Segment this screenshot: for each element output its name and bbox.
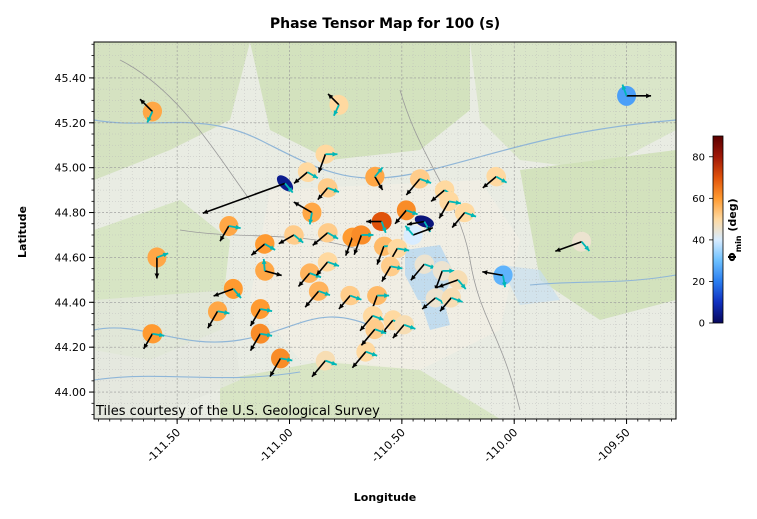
y-tick-label: 45.40 (55, 72, 87, 85)
x-tick-label: -109.50 (593, 426, 632, 465)
colorbar-tick-label: 0 (699, 319, 705, 330)
x-tick-label: -110.00 (481, 426, 520, 465)
colorbar-tick-label: 60 (692, 194, 705, 205)
y-tick-label: 44.80 (55, 207, 87, 220)
colorbar-bar (712, 135, 724, 324)
colorbar-label: Φmin (deg) (726, 198, 743, 261)
x-tick-label: -111.50 (144, 426, 183, 465)
colorbar: 0 20 40 60 80 Φmin (deg) (692, 135, 743, 330)
colorbar-tick-label: 20 (692, 277, 705, 288)
y-tick-label: 44.00 (55, 386, 87, 399)
y-tick-label: 45.00 (55, 162, 87, 175)
x-tick-label: -110.50 (369, 426, 408, 465)
y-tick-label: 44.40 (55, 296, 87, 309)
y-tick-label: 44.20 (55, 341, 87, 354)
chart-title: Phase Tensor Map for 100 (s) (270, 16, 500, 32)
y-axis-label: Latitude (16, 206, 29, 258)
colorbar-tick-label: 80 (692, 152, 705, 163)
colorbar-ticks: 0 20 40 60 80 (692, 152, 713, 330)
y-axis: 44.00 44.20 44.40 44.60 44.80 45.00 45.20 45.40 (55, 43, 94, 415)
y-tick-label: 44.60 (55, 251, 87, 264)
basemap-credit: Tiles courtesy of the U.S. Geological Su… (95, 404, 380, 419)
x-axis: -111.50 -111.00 -110.50 -110.00 -109.50 (98, 419, 672, 465)
x-tick-label: -111.00 (256, 426, 295, 465)
phase-tensor-figure: Phase Tensor Map for 100 (s) Tiles court… (16, 16, 743, 504)
x-axis-label: Longitude (354, 491, 416, 504)
y-tick-label: 45.20 (55, 117, 87, 130)
colorbar-tick-label: 40 (692, 235, 705, 246)
